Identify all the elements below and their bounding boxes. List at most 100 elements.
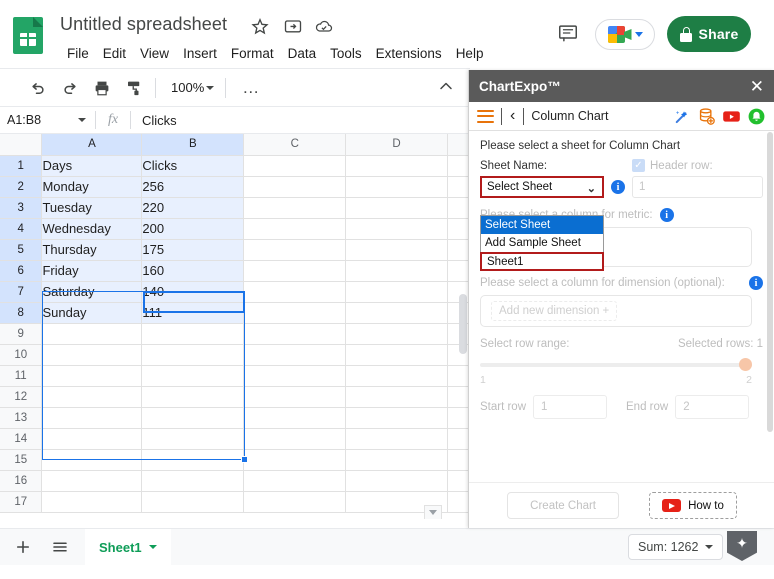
cell-E5[interactable] [447, 238, 470, 261]
cell-E12[interactable] [447, 385, 470, 408]
move-to-folder-icon[interactable] [283, 16, 303, 36]
cell-B4[interactable]: 200 [141, 217, 245, 240]
dropdown-option-select-sheet[interactable]: Select Sheet [481, 216, 603, 234]
cell-B14[interactable] [141, 427, 245, 450]
cell-C3[interactable] [243, 196, 347, 219]
row-header-16[interactable]: 16 [0, 469, 43, 492]
cell-D9[interactable] [345, 322, 449, 345]
notification-bell-icon[interactable] [747, 107, 766, 126]
row-header-17[interactable]: 17 [0, 490, 43, 513]
chevron-left-icon[interactable]: ‹ [509, 108, 516, 124]
dropdown-option-add-sample-sheet[interactable]: Add Sample Sheet [481, 234, 603, 252]
column-header-d[interactable]: D [345, 134, 449, 156]
cell-D13[interactable] [345, 406, 449, 429]
cell-A7[interactable]: Saturday [41, 280, 143, 303]
cell-A4[interactable]: Wednesday [41, 217, 143, 240]
cell-E1[interactable] [447, 154, 470, 177]
row-header-10[interactable]: 10 [0, 343, 43, 366]
select-all-corner[interactable] [0, 134, 43, 156]
cell-C13[interactable] [243, 406, 347, 429]
cell-A16[interactable] [41, 469, 143, 492]
row-header-8[interactable]: 8 [0, 301, 43, 324]
cell-C7[interactable] [243, 280, 347, 303]
cell-D3[interactable] [345, 196, 449, 219]
cell-D16[interactable] [345, 469, 449, 492]
cell-C4[interactable] [243, 217, 347, 240]
info-icon[interactable]: i [659, 208, 674, 222]
cell-B1[interactable]: Clicks [141, 154, 245, 177]
row-header-3[interactable]: 3 [0, 196, 43, 219]
menu-item-tools[interactable]: Tools [323, 44, 369, 63]
dropdown-option-sheet1[interactable]: Sheet1 [480, 252, 604, 271]
google-meet-button[interactable] [595, 19, 655, 50]
start-row-input[interactable]: 1 [533, 395, 608, 419]
row-header-14[interactable]: 14 [0, 427, 43, 450]
info-icon[interactable]: i [749, 276, 763, 290]
all-sheets-icon[interactable] [46, 533, 74, 561]
formula-input[interactable]: Clicks [131, 106, 470, 134]
menu-item-edit[interactable]: Edit [96, 44, 133, 63]
cell-B8[interactable]: 111 [141, 301, 245, 324]
menu-item-view[interactable]: View [133, 44, 176, 63]
cell-E17[interactable] [447, 490, 470, 513]
cell-C14[interactable] [243, 427, 347, 450]
sheet-tab-sheet1[interactable]: Sheet1 [85, 528, 171, 566]
row-range-slider[interactable] [480, 358, 752, 372]
sum-status-box[interactable]: Sum: 1262 [628, 534, 724, 560]
cell-D15[interactable] [345, 448, 449, 471]
more-options-button[interactable]: … [237, 74, 265, 102]
cell-C9[interactable] [243, 322, 347, 345]
cell-E2[interactable] [447, 175, 470, 198]
cell-B2[interactable]: 256 [141, 175, 245, 198]
sheet-select-dropdown-list[interactable]: Select Sheet Add Sample Sheet Sheet1 [480, 215, 604, 271]
menu-item-data[interactable]: Data [281, 44, 324, 63]
cell-A13[interactable] [41, 406, 143, 429]
selection-fill-handle[interactable] [241, 456, 248, 463]
cell-C8[interactable] [243, 301, 347, 324]
cell-E13[interactable] [447, 406, 470, 429]
cell-E6[interactable] [447, 259, 470, 282]
chevron-down-icon[interactable] [148, 545, 157, 549]
name-box[interactable]: A1:B8 [0, 106, 95, 134]
cell-A1[interactable]: Days [41, 154, 143, 177]
slider-handle[interactable] [739, 358, 752, 371]
cell-E4[interactable] [447, 217, 470, 240]
cell-D10[interactable] [345, 343, 449, 366]
add-data-icon[interactable] [697, 107, 716, 126]
document-title[interactable]: Untitled spreadsheet [60, 14, 227, 35]
row-header-13[interactable]: 13 [0, 406, 43, 429]
menu-item-format[interactable]: Format [224, 44, 281, 63]
cell-D5[interactable] [345, 238, 449, 261]
add-sheet-icon[interactable] [9, 533, 37, 561]
end-row-input[interactable]: 2 [675, 395, 750, 419]
cell-A14[interactable] [41, 427, 143, 450]
row-header-11[interactable]: 11 [0, 364, 43, 387]
scroll-down-arrow[interactable] [424, 505, 442, 519]
cell-B13[interactable] [141, 406, 245, 429]
dimension-dropzone[interactable]: Add new dimension + [480, 295, 752, 327]
row-header-15[interactable]: 15 [0, 448, 43, 471]
cell-C11[interactable] [243, 364, 347, 387]
cell-B3[interactable]: 220 [141, 196, 245, 219]
create-chart-button[interactable]: Create Chart [507, 492, 620, 519]
row-header-9[interactable]: 9 [0, 322, 43, 345]
explore-button[interactable]: ✦ [727, 531, 759, 563]
cell-C5[interactable] [243, 238, 347, 261]
menu-item-insert[interactable]: Insert [176, 44, 224, 63]
row-header-5[interactable]: 5 [0, 238, 43, 261]
close-icon[interactable]: ✕ [750, 78, 764, 95]
header-row-checkbox[interactable] [632, 159, 645, 172]
cell-C17[interactable] [243, 490, 347, 513]
menu-item-extensions[interactable]: Extensions [369, 44, 449, 63]
cell-C15[interactable] [243, 448, 347, 471]
cell-E16[interactable] [447, 469, 470, 492]
cell-B6[interactable]: 160 [141, 259, 245, 282]
chartexpo-scrollbar[interactable] [767, 132, 773, 432]
undo-icon[interactable] [24, 74, 52, 102]
cell-D14[interactable] [345, 427, 449, 450]
cell-A11[interactable] [41, 364, 143, 387]
info-icon[interactable]: i [611, 180, 625, 194]
cell-E11[interactable] [447, 364, 470, 387]
row-header-12[interactable]: 12 [0, 385, 43, 408]
paint-format-icon[interactable] [120, 74, 148, 102]
